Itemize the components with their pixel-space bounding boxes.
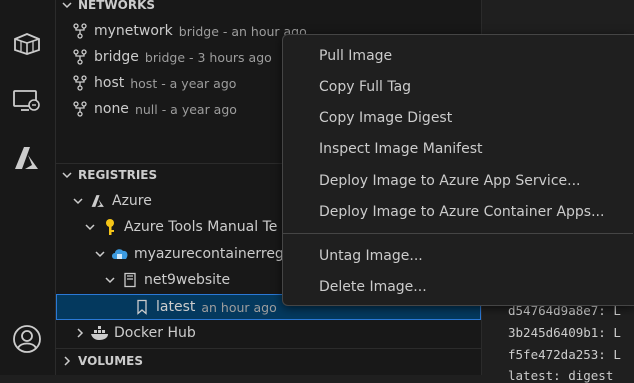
key-icon <box>100 218 120 236</box>
docker-hub-label: Docker Hub <box>114 325 196 341</box>
output-line: f5fe472da253: L <box>508 347 621 362</box>
menu-inspect-image-manifest[interactable]: Inspect Image Manifest <box>283 134 633 164</box>
menu-copy-full-tag[interactable]: Copy Full Tag <box>283 72 633 102</box>
volumes-title: VOLUMES <box>78 353 144 368</box>
network-desc: null - a year ago <box>134 101 237 117</box>
network-name: bridge <box>94 49 139 65</box>
registry-label: myazurecontainerreg <box>134 246 284 262</box>
chevron-right-icon <box>56 355 78 367</box>
network-icon <box>70 101 90 117</box>
menu-deploy-container-apps[interactable]: Deploy Image to Azure Container Apps... <box>283 197 633 227</box>
network-name: none <box>94 101 129 117</box>
menu-delete-image[interactable]: Delete Image... <box>283 272 633 302</box>
activity-bar <box>0 0 56 375</box>
subscription-label: Azure Tools Manual Te <box>124 219 278 235</box>
tree-item-docker-hub[interactable]: Docker Hub <box>56 320 481 346</box>
menu-untag-image[interactable]: Untag Image... <box>283 241 633 271</box>
tag-icon <box>132 299 152 315</box>
repository-label: net9website <box>144 272 231 288</box>
chevron-down-icon <box>56 0 78 11</box>
menu-pull-image[interactable]: Pull Image <box>283 41 633 71</box>
chevron-down-icon <box>70 195 86 207</box>
networks-title: NETWORKS <box>78 0 156 12</box>
azure-icon <box>88 193 108 209</box>
azure-label: Azure <box>112 193 152 209</box>
chevron-right-icon <box>72 327 88 339</box>
network-desc: bridge - 3 hours ago <box>144 49 272 65</box>
tag-name: latest <box>156 299 196 315</box>
registries-title: REGISTRIES <box>78 167 158 182</box>
network-icon <box>70 49 90 65</box>
docker-whale-icon <box>90 325 110 341</box>
account-icon[interactable] <box>12 324 42 354</box>
menu-deploy-app-service[interactable]: Deploy Image to Azure App Service... <box>283 166 633 196</box>
output-line: latest: digest <box>508 368 614 383</box>
menu-copy-image-digest[interactable]: Copy Image Digest <box>283 103 633 133</box>
networks-section-header[interactable]: NETWORKS <box>56 0 481 16</box>
output-line: 3b245d6409b1: L <box>508 325 621 340</box>
container-registry-icon <box>110 246 130 262</box>
remote-explorer-icon[interactable] <box>12 86 42 116</box>
network-icon <box>70 75 90 91</box>
docker-icon[interactable] <box>12 28 42 58</box>
context-menu: Pull Image Copy Full Tag Copy Image Dige… <box>282 34 634 306</box>
chevron-down-icon <box>56 169 78 181</box>
network-desc: host - a year ago <box>130 75 237 91</box>
azure-icon[interactable] <box>12 143 42 173</box>
repository-icon <box>120 272 140 288</box>
network-icon <box>70 23 90 39</box>
network-name: mynetwork <box>94 23 173 39</box>
tag-desc: an hour ago <box>201 299 277 315</box>
chevron-down-icon <box>82 221 98 233</box>
menu-separator <box>283 233 633 234</box>
network-name: host <box>94 75 125 91</box>
chevron-down-icon <box>102 274 118 286</box>
volumes-section-header[interactable]: VOLUMES <box>56 348 481 372</box>
chevron-down-icon <box>92 248 108 260</box>
